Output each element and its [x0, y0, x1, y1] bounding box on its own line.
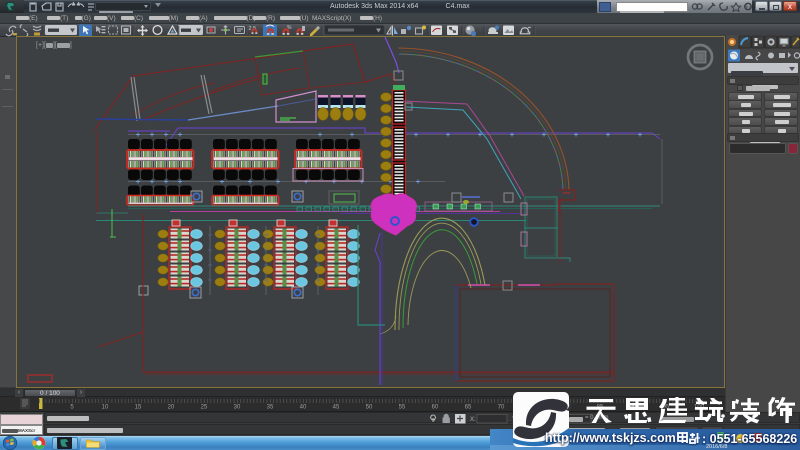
svg-text:25: 25	[201, 405, 208, 411]
svg-text:35: 35	[267, 405, 274, 411]
svg-text:30: 30	[234, 405, 241, 411]
svg-text:40: 40	[300, 405, 307, 411]
svg-text:%: %	[287, 25, 292, 31]
svg-text:20: 20	[168, 405, 175, 411]
svg-text:X:: X:	[470, 417, 476, 423]
svg-text:15: 15	[135, 405, 142, 411]
svg-text:5: 5	[70, 405, 74, 411]
svg-text:70: 70	[498, 405, 505, 411]
svg-text:10: 10	[102, 405, 109, 411]
svg-text:50: 50	[366, 405, 373, 411]
svg-text:65: 65	[465, 405, 472, 411]
svg-text:45: 45	[333, 405, 340, 411]
svg-text:60: 60	[432, 405, 439, 411]
svg-text:55: 55	[399, 405, 406, 411]
